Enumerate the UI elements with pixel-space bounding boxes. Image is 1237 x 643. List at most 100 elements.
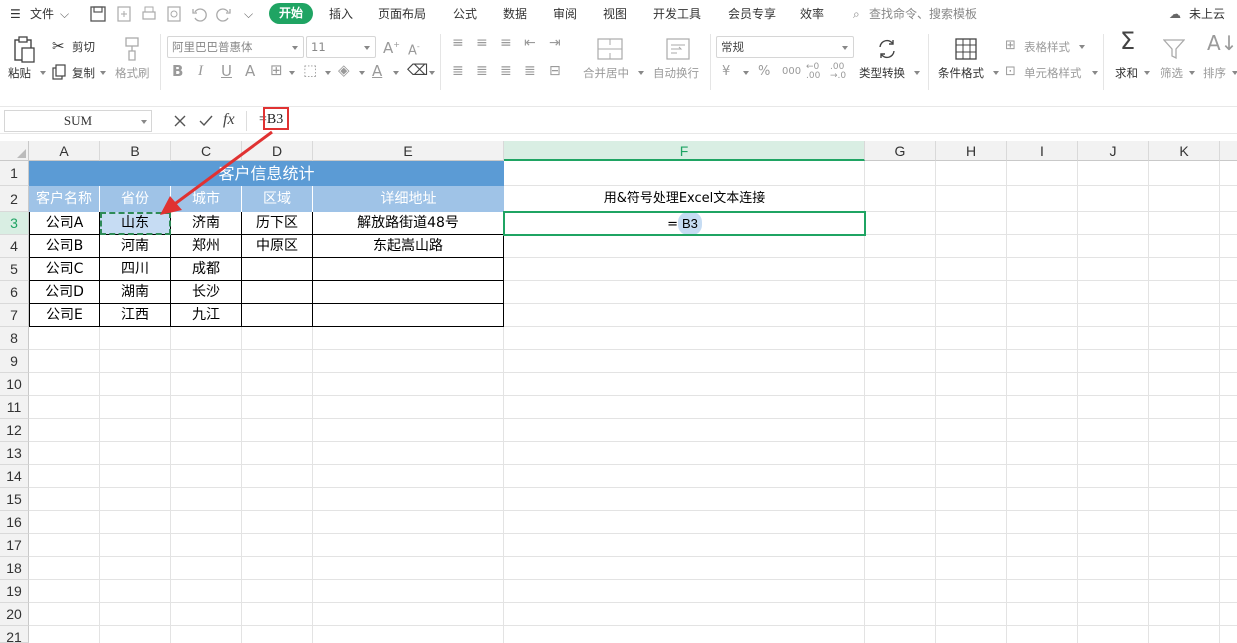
font-color-icon[interactable]: A bbox=[372, 64, 382, 79]
row-header-14[interactable]: 14 bbox=[0, 465, 29, 488]
row-header-18[interactable]: 18 bbox=[0, 557, 29, 580]
align-left-icon[interactable]: ≣ bbox=[452, 64, 464, 78]
border-icon[interactable]: ⊞ bbox=[270, 63, 283, 78]
row-header-8[interactable]: 8 bbox=[0, 327, 29, 350]
bold-icon[interactable]: B bbox=[172, 64, 183, 79]
cell-a7[interactable]: 公司E bbox=[29, 304, 100, 327]
table-style-button[interactable]: 表格样式 bbox=[1024, 40, 1070, 54]
sum-dropdown-icon[interactable] bbox=[1144, 71, 1150, 75]
row-header-6[interactable]: 6 bbox=[0, 281, 29, 304]
type-convert-button[interactable]: 类型转换 bbox=[859, 66, 905, 80]
number-format-select[interactable]: 常规 bbox=[716, 36, 854, 58]
indent-icon[interactable]: ⇥ bbox=[549, 36, 561, 50]
search-box[interactable]: 查找命令、搜索模板 bbox=[869, 6, 977, 22]
column-header-l[interactable] bbox=[1220, 141, 1237, 161]
tab-review[interactable]: 审阅 bbox=[553, 6, 577, 22]
row-header-16[interactable]: 16 bbox=[0, 511, 29, 534]
format-painter-button[interactable]: 格式刷 bbox=[115, 66, 150, 80]
merge-center-button[interactable]: 合并居中 bbox=[583, 66, 629, 80]
paste-dropdown-icon[interactable] bbox=[40, 71, 46, 75]
cell-c5[interactable]: 成都 bbox=[171, 258, 242, 281]
hamburger-icon[interactable]: ☰ bbox=[10, 6, 21, 22]
sum-button[interactable]: 求和 bbox=[1115, 66, 1138, 80]
cell-c6[interactable]: 长沙 bbox=[171, 281, 242, 304]
filter-button[interactable]: 筛选 bbox=[1160, 66, 1183, 80]
type-convert-dropdown-icon[interactable] bbox=[914, 71, 920, 75]
column-header-i[interactable]: I bbox=[1007, 141, 1078, 161]
cloud-icon[interactable]: ☁ bbox=[1169, 6, 1181, 22]
column-header-a[interactable]: A bbox=[29, 141, 100, 161]
tab-page-layout[interactable]: 页面布局 bbox=[378, 6, 426, 22]
print-icon[interactable] bbox=[140, 5, 158, 23]
tab-view[interactable]: 视图 bbox=[603, 6, 627, 22]
cell-a4[interactable]: 公司B bbox=[29, 235, 100, 258]
copy-dropdown-icon[interactable] bbox=[100, 71, 106, 75]
cell-d3[interactable]: 历下区 bbox=[242, 212, 313, 235]
header-city[interactable]: 城市 bbox=[171, 186, 242, 212]
cell-d4[interactable]: 中原区 bbox=[242, 235, 313, 258]
sum-icon[interactable]: Σ bbox=[1120, 29, 1135, 53]
border-dropdown-icon[interactable] bbox=[289, 71, 295, 75]
cut-button[interactable]: 剪切 bbox=[72, 40, 95, 54]
file-menu[interactable]: 文件 bbox=[30, 6, 54, 22]
cell-d6[interactable] bbox=[242, 281, 313, 304]
cell-c7[interactable]: 九江 bbox=[171, 304, 242, 327]
confirm-icon[interactable] bbox=[198, 113, 214, 129]
filter-icon[interactable] bbox=[1163, 38, 1185, 60]
currency-icon[interactable]: ¥ bbox=[722, 65, 730, 79]
tab-member[interactable]: 会员专享 bbox=[728, 6, 776, 22]
cell-a3[interactable]: 公司A bbox=[29, 212, 100, 235]
cell-style-button[interactable]: 单元格样式 bbox=[1024, 66, 1082, 80]
align-center-icon[interactable]: ≣ bbox=[476, 64, 488, 78]
header-district[interactable]: 区域 bbox=[242, 186, 313, 212]
header-customer-name[interactable]: 客户名称 bbox=[29, 186, 100, 212]
cell-style-icon[interactable]: ⊡ bbox=[1005, 65, 1016, 79]
cell-e7[interactable] bbox=[313, 304, 504, 327]
cell-e5[interactable] bbox=[313, 258, 504, 281]
column-header-c[interactable]: C bbox=[171, 141, 242, 161]
cell-e6[interactable] bbox=[313, 281, 504, 304]
copy-icon[interactable] bbox=[52, 64, 66, 80]
undo-icon[interactable] bbox=[190, 5, 208, 23]
row-header-21[interactable]: 21 bbox=[0, 626, 29, 643]
save-icon[interactable] bbox=[89, 5, 107, 23]
sort-button[interactable]: 排序 bbox=[1203, 66, 1226, 80]
thousands-separator-icon[interactable]: 000 bbox=[782, 65, 801, 79]
fill-color-icon[interactable]: ◈ bbox=[338, 63, 350, 78]
cell-f2[interactable]: 用&符号处理Excel文本连接 bbox=[504, 186, 865, 212]
distributed-icon[interactable]: ⊟ bbox=[549, 64, 561, 78]
font-size-select[interactable]: 11 bbox=[306, 36, 376, 58]
merge-dropdown-icon[interactable] bbox=[638, 71, 644, 75]
chevron-down-icon[interactable]: ⌵ bbox=[60, 6, 69, 22]
format-painter-icon[interactable] bbox=[121, 36, 143, 62]
quick-access-chevron-icon[interactable]: ⌵ bbox=[244, 6, 253, 22]
conditional-format-button[interactable]: 条件格式 bbox=[938, 66, 984, 80]
cell-b6[interactable]: 湖南 bbox=[100, 281, 171, 304]
cell-b4[interactable]: 河南 bbox=[100, 235, 171, 258]
select-all-corner[interactable] bbox=[0, 141, 29, 161]
header-address[interactable]: 详细地址 bbox=[313, 186, 504, 212]
row-header-7[interactable]: 7 bbox=[0, 304, 29, 327]
cancel-icon[interactable] bbox=[172, 113, 188, 129]
align-bottom-icon[interactable]: ≡ bbox=[500, 36, 512, 50]
italic-icon[interactable]: I bbox=[198, 64, 203, 79]
cell-e3[interactable]: 解放路街道48号 bbox=[313, 212, 504, 235]
row-header-11[interactable]: 11 bbox=[0, 396, 29, 419]
increase-decimal-icon[interactable]: ←0.00 bbox=[806, 63, 820, 81]
row-header-1[interactable]: 1 bbox=[0, 161, 29, 186]
conditional-format-dropdown-icon[interactable] bbox=[993, 71, 999, 75]
type-convert-icon[interactable] bbox=[876, 38, 898, 60]
outdent-icon[interactable]: ⇤ bbox=[524, 36, 536, 50]
spreadsheet-grid[interactable]: A B C D E F G H I J K 1 2 3 4 5 6 7 8 9 … bbox=[0, 141, 1237, 643]
sort-icon[interactable]: A↓ bbox=[1207, 33, 1237, 53]
column-header-f[interactable]: F bbox=[504, 141, 865, 161]
print-preview-icon[interactable] bbox=[165, 5, 183, 23]
strikethrough-icon[interactable]: A bbox=[245, 64, 255, 79]
cell-d7[interactable] bbox=[242, 304, 313, 327]
row-header-19[interactable]: 19 bbox=[0, 580, 29, 603]
redo-icon[interactable] bbox=[215, 5, 233, 23]
row-header-12[interactable]: 12 bbox=[0, 419, 29, 442]
row-header-10[interactable]: 10 bbox=[0, 373, 29, 396]
underline-icon[interactable]: U bbox=[221, 64, 232, 79]
tab-formulas[interactable]: 公式 bbox=[453, 6, 477, 22]
